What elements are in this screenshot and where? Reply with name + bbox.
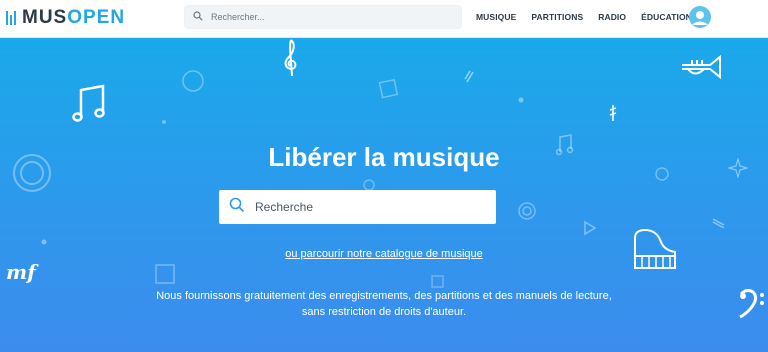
search-icon xyxy=(229,197,245,218)
dash-icon xyxy=(464,70,474,83)
hero-description-line-2: sans restriction de droits d'auteur. xyxy=(301,306,467,318)
circle-icon xyxy=(182,70,204,92)
dot-icon xyxy=(518,97,524,103)
nav-education[interactable]: ÉDUCATION xyxy=(641,12,692,22)
hero-search-box[interactable] xyxy=(219,190,496,224)
square-icon xyxy=(378,78,399,99)
dash-icon xyxy=(712,218,725,228)
square-icon xyxy=(155,264,175,284)
musopen-logo[interactable]: MUSOPEN xyxy=(6,7,126,28)
search-icon xyxy=(193,8,203,26)
music-note-icon xyxy=(72,84,105,122)
dot-icon xyxy=(162,120,166,124)
play-icon xyxy=(584,220,597,236)
mf-dynamic-mark: mf xyxy=(6,260,36,284)
header-search-input[interactable] xyxy=(209,11,453,23)
circle-icon xyxy=(518,202,536,220)
browse-catalogue-link[interactable]: ou parcourir notre catalogue de musique xyxy=(285,248,483,260)
nav-musique[interactable]: MUSIQUE xyxy=(476,12,516,22)
treble-clef-icon xyxy=(284,39,297,77)
sixteenth-note-icon xyxy=(609,105,617,121)
trumpet-icon xyxy=(682,54,721,80)
hero-description-line-1: Nous fournissons gratuitement des enregi… xyxy=(156,290,612,302)
hero-title: Libérer la musique xyxy=(268,142,500,172)
user-avatar-icon[interactable] xyxy=(689,6,711,28)
logo-text-accent: OPEN xyxy=(67,7,126,28)
nav-partitions[interactable]: PARTITIONS xyxy=(531,12,583,22)
nav-radio[interactable]: RADIO xyxy=(598,12,626,22)
top-navigation-bar: MUSOPEN MUSIQUE PARTITIONS RADIO ÉDUCATI… xyxy=(0,0,768,38)
main-nav: MUSIQUE PARTITIONS RADIO ÉDUCATION xyxy=(476,12,692,22)
hero-description: Nous fournissons gratuitement des enregi… xyxy=(0,288,768,320)
header-search-box[interactable] xyxy=(184,5,462,29)
logo-text-dark: MUS xyxy=(22,7,68,28)
hero-banner: mf Libérer la musique ou parcourir notre… xyxy=(0,38,768,352)
logo-bars-icon xyxy=(6,11,16,25)
hero-search-input[interactable] xyxy=(253,199,487,215)
